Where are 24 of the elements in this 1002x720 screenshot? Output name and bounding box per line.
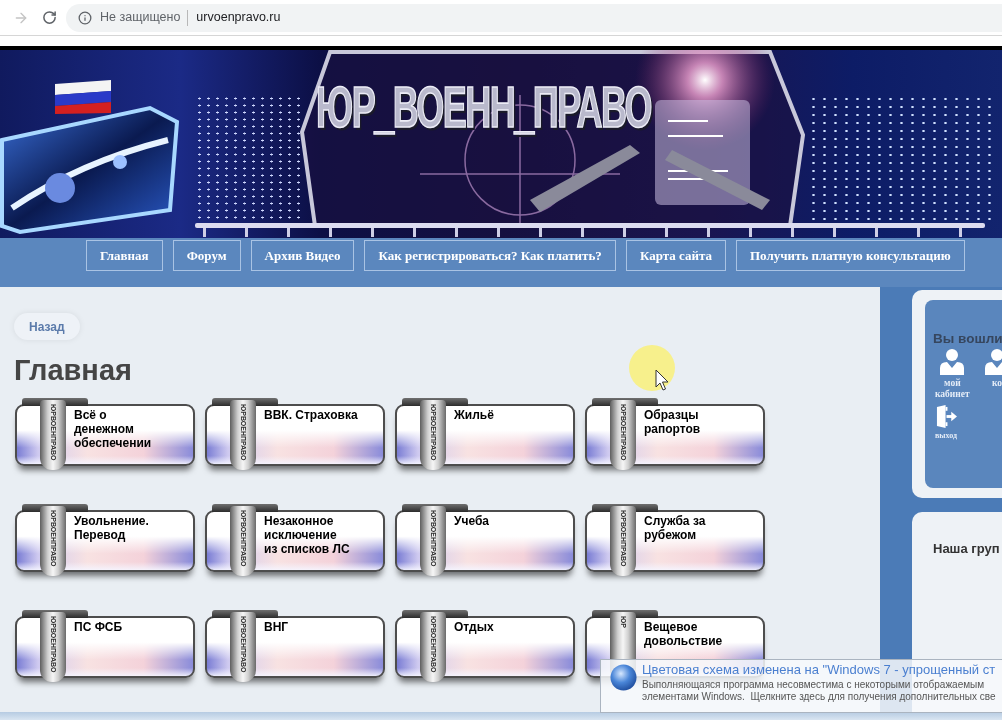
cursor-icon: [628, 344, 676, 392]
group-title: Наша груп: [933, 541, 1000, 557]
user-icon: [940, 349, 965, 375]
nav-button[interactable]: Карта сайта: [625, 240, 726, 271]
url-text: urvoenpravo.ru: [196, 9, 281, 27]
flag-icon: [55, 80, 111, 114]
nav-button[interactable]: Получить платную консультацию: [735, 240, 965, 271]
nav-button[interactable]: Форум: [172, 240, 241, 271]
info-icon[interactable]: [78, 10, 92, 25]
address-bar[interactable]: Не защищено urvoenpravo.ru: [66, 3, 1002, 32]
notification-text: Выполняющаяся программа несовместима с некоторыми отображаемым элементами Windows. Щелкните здесь для получения дополнительных све: [642, 679, 996, 703]
reload-icon[interactable]: [42, 10, 57, 25]
nav-button[interactable]: Главная: [86, 240, 163, 271]
login-title: Вы вошли: [933, 331, 1002, 347]
back-button[interactable]: Назад: [14, 313, 80, 340]
notification-toast[interactable]: Цветовая схема изменена на "Windows 7 - упрощенный ст Выполняющаяся программа несовместима с некоторыми отображаемым элементами Windows. Щелкните здесь для получения дополнительных све: [600, 659, 1002, 713]
nav-button[interactable]: Как регистрироваться? Как платить?: [364, 240, 616, 271]
nav-button[interactable]: Архив Видео: [250, 240, 355, 271]
orb-icon: [610, 664, 637, 691]
security-label: Не защищено: [100, 9, 181, 27]
page-title: Главная: [14, 353, 132, 388]
user-icon: [985, 349, 1002, 375]
banner-title: ЮР_ВОЕНН_ПРАВО: [316, 76, 652, 140]
exit-door-icon: [935, 405, 957, 428]
